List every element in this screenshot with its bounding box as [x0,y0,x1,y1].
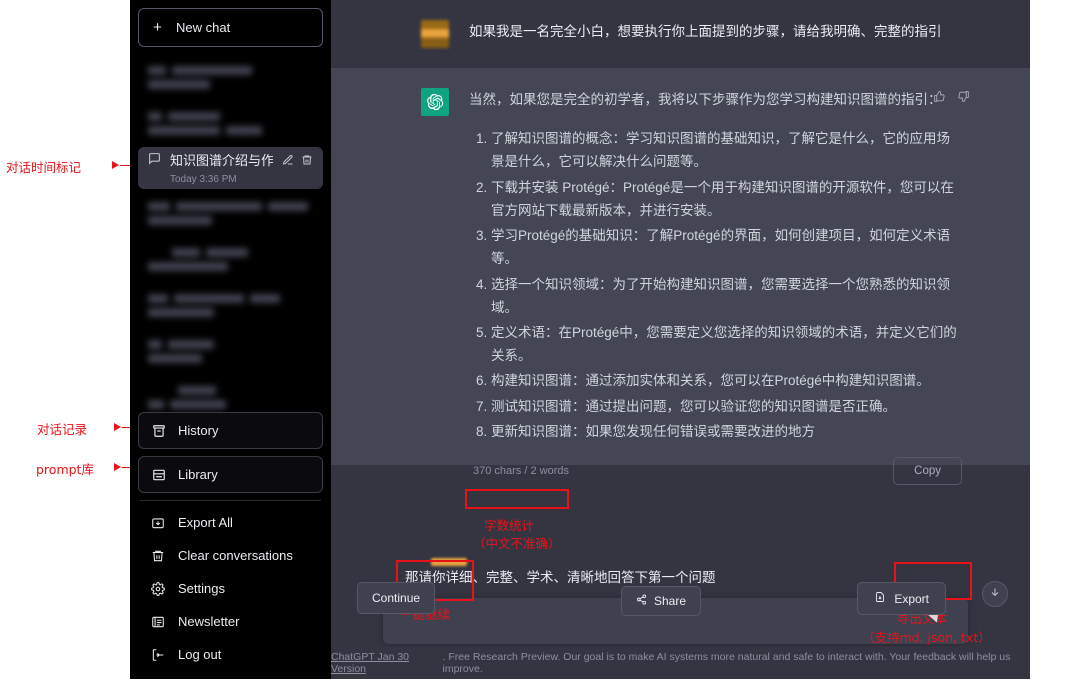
plus-icon: + [151,20,164,35]
sidebar-item-label: Log out [178,647,221,662]
export-label: Export [894,592,929,606]
list-item[interactable] [138,55,323,99]
history-archive-icon [151,423,166,438]
newspaper-icon [150,614,165,629]
list-item: 选择一个知识领域：为了开始构建知识图谱，您需要选择一个您熟悉的知识领域。 [491,273,962,319]
pencil-icon[interactable] [282,153,294,171]
list-item[interactable] [138,329,323,373]
sidebar-item-newsletter[interactable]: Newsletter [138,605,323,638]
list-item: 测试知识图谱：通过提出问题，您可以验证您的知识图谱是否正确。 [491,395,962,418]
conversation-timestamp: Today 3:36 PM [170,174,237,185]
thumbs-down-icon[interactable] [957,90,970,108]
sidebar-item-settings[interactable]: Settings [138,572,323,605]
sidebar-item-library[interactable]: Library [138,456,323,493]
list-item: 定义术语：在Protégé中，您需要定义您选择的知识领域的术语，并定义它们的关系… [491,321,962,367]
sidebar-divider [140,500,321,501]
annotation-box-charcount [465,489,569,509]
sidebar-item-label: Library [178,467,218,482]
blurred-text [148,248,313,271]
blurred-text [148,294,313,317]
blurred-text [148,112,313,135]
assistant-message: 当然，如果您是完全的初学者，我将以下步骤作为您学习构建知识图谱的指引： 了解知识… [331,68,1030,465]
list-item[interactable] [138,283,323,327]
share-button[interactable]: Share [621,586,701,616]
list-item[interactable] [138,237,323,281]
annotation-history-label: 对话记录 [37,419,87,438]
sidebar-item-log-out[interactable]: Log out [138,638,323,671]
user-avatar [421,20,449,48]
screenshot-root: + New chat [0,0,1080,696]
export-file-icon [874,591,886,606]
annotation-library-label: prompt库 [36,459,94,478]
copy-button[interactable]: Copy [893,457,962,485]
list-item[interactable] [138,101,323,145]
list-item: 更新知识图谱：如果您发现任何错误或需要改进的地方 [491,420,962,443]
footer-text: . Free Research Preview. Our goal is to … [443,651,1031,675]
trash-icon [150,548,165,563]
annotation-arrowhead [114,423,121,431]
blurred-text [148,202,313,225]
conversation-body: 知识图谱介绍与作用 Today 3:36 PM [170,150,273,187]
sidebar-item-label: Export All [178,515,233,530]
share-icon [636,594,647,608]
sidebar-item-label: History [178,423,218,438]
list-item: 学习Protégé的基础知识：了解Protégé的界面，如何创建项目，如何定义术… [491,224,962,270]
sidebar-item-label: Clear conversations [178,548,293,563]
blurred-text [148,66,313,89]
arrow-down-icon [989,585,1001,603]
assistant-intro: 当然，如果您是完全的初学者，我将以下步骤作为您学习构建知识图谱的指引： [469,88,962,111]
annotation-arrowhead [114,463,121,471]
message-footer-row: 370 chars / 2 words Copy [331,457,1030,509]
annotation-charcount-label-1: 字数统计 [484,515,534,534]
gear-icon [150,581,165,596]
sidebar-item-label: Settings [178,581,225,596]
scroll-to-bottom-button[interactable] [982,581,1008,607]
conversation-list[interactable]: 知识图谱介绍与作用 Today 3:36 PM [138,55,323,412]
blurred-text [148,340,313,363]
sidebar-item-clear-conversations[interactable]: Clear conversations [138,539,323,572]
footer-disclaimer: ChatGPT Jan 30 Version. Free Research Pr… [331,647,1030,679]
trash-icon[interactable] [301,153,313,171]
library-book-icon [151,467,166,482]
list-item: 构建知识图谱：通过添加实体和关系，您可以在Protégé中构建知识图谱。 [491,369,962,392]
thumbs-up-icon[interactable] [933,90,946,108]
blurred-text [148,386,313,409]
export-button[interactable]: Export [857,582,946,615]
annotation-timestamp-label: 对话时间标记 [6,157,81,176]
share-label: Share [654,594,686,608]
continue-button[interactable]: Continue [357,582,435,614]
export-box-icon [150,515,165,530]
conversation-title: 知识图谱介绍与作用 [170,150,273,169]
user-message: 如果我是一名完全小白，想要执行你上面提到的步骤，请给我明确、完整的指引 [331,0,1030,68]
chatgpt-logo-icon [421,88,449,116]
sidebar-item-label: Newsletter [178,614,239,629]
list-item: 了解知识图谱的概念：学习知识图谱的基础知识，了解它是什么，它的应用场景是什么，它… [491,127,962,173]
version-link[interactable]: ChatGPT Jan 30 Version [331,651,443,675]
sidebar-bottom: History Library [138,412,323,671]
user-message-text: 如果我是一名完全小白，想要执行你上面提到的步骤，请给我明确、完整的指引 [469,20,962,48]
sidebar: + New chat [130,0,331,679]
message-thread: 如果我是一名完全小白，想要执行你上面提到的步骤，请给我明确、完整的指引 当然，如… [331,0,1030,550]
chat-bubble-icon [148,152,161,170]
new-chat-button[interactable]: + New chat [138,8,323,47]
conversation-item-active[interactable]: 知识图谱介绍与作用 Today 3:36 PM [138,147,323,189]
assistant-message-text: 当然，如果您是完全的初学者，我将以下步骤作为您学习构建知识图谱的指引： 了解知识… [469,88,962,445]
list-item: 下载并安装 Protégé：Protégé是一个用于构建知识图谱的开源软件，您可… [491,176,962,222]
annotation-export-label-2: （支持md, json, txt） [862,627,991,646]
list-item[interactable] [138,375,323,412]
assistant-steps-list: 了解知识图谱的概念：学习知识图谱的基础知识，了解它是什么，它的应用场景是什么，它… [469,127,962,443]
annotation-arrowhead [112,161,119,169]
list-item[interactable] [138,191,323,235]
conversation-actions [282,153,313,171]
annotation-charcount-label-2: （中文不准确） [473,533,561,552]
logout-arrow-icon [150,647,165,662]
char-count-label: 370 chars / 2 words [469,462,573,480]
new-chat-label: New chat [176,20,230,35]
message-reactions [933,90,970,108]
sidebar-item-history[interactable]: History [138,412,323,449]
sidebar-item-export-all[interactable]: Export All [138,506,323,539]
